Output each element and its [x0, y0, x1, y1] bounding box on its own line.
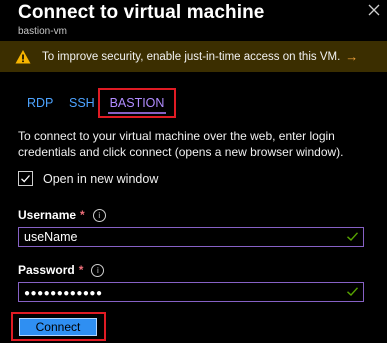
jit-warning-banner[interactable]: To improve security, enable just-in-time… [0, 41, 387, 72]
info-icon[interactable]: i [91, 263, 105, 277]
username-value: useName [24, 230, 78, 244]
tab-rdp[interactable]: RDP [27, 88, 53, 118]
page-title: Connect to virtual machine [18, 2, 265, 23]
username-input[interactable]: useName [18, 227, 364, 247]
valid-check-icon [346, 285, 359, 303]
password-label: Password * i [18, 263, 105, 277]
vm-name-subtitle: bastion-vm [18, 26, 67, 37]
tab-ssh[interactable]: SSH [69, 88, 95, 118]
password-masked-value: ●●●●●●●●●●●● [24, 288, 103, 299]
tab-bastion-label: BASTION [109, 96, 165, 110]
required-marker: * [78, 263, 84, 277]
open-new-window-checkbox[interactable] [18, 171, 33, 186]
password-input[interactable]: ●●●●●●●●●●●● [18, 282, 364, 302]
required-marker: * [80, 208, 85, 222]
warning-icon [15, 49, 31, 65]
checkmark-icon [21, 175, 30, 183]
banner-text: To improve security, enable just-in-time… [42, 50, 341, 63]
password-label-text: Password [18, 263, 75, 277]
close-icon[interactable] [367, 4, 381, 18]
open-new-window-label: Open in new window [43, 171, 159, 186]
arrow-right-icon[interactable]: → [345, 49, 358, 64]
open-new-window-row: Open in new window [18, 171, 158, 186]
bastion-description: To connect to your virtual machine over … [18, 129, 344, 159]
selected-tab-underline [108, 112, 166, 114]
valid-check-icon [346, 230, 359, 248]
connect-button[interactable]: Connect [19, 318, 97, 336]
info-icon[interactable]: i [92, 208, 106, 222]
username-label-text: Username [18, 208, 77, 222]
tab-bastion[interactable]: BASTION [98, 88, 176, 118]
username-label: Username * i [18, 208, 106, 222]
